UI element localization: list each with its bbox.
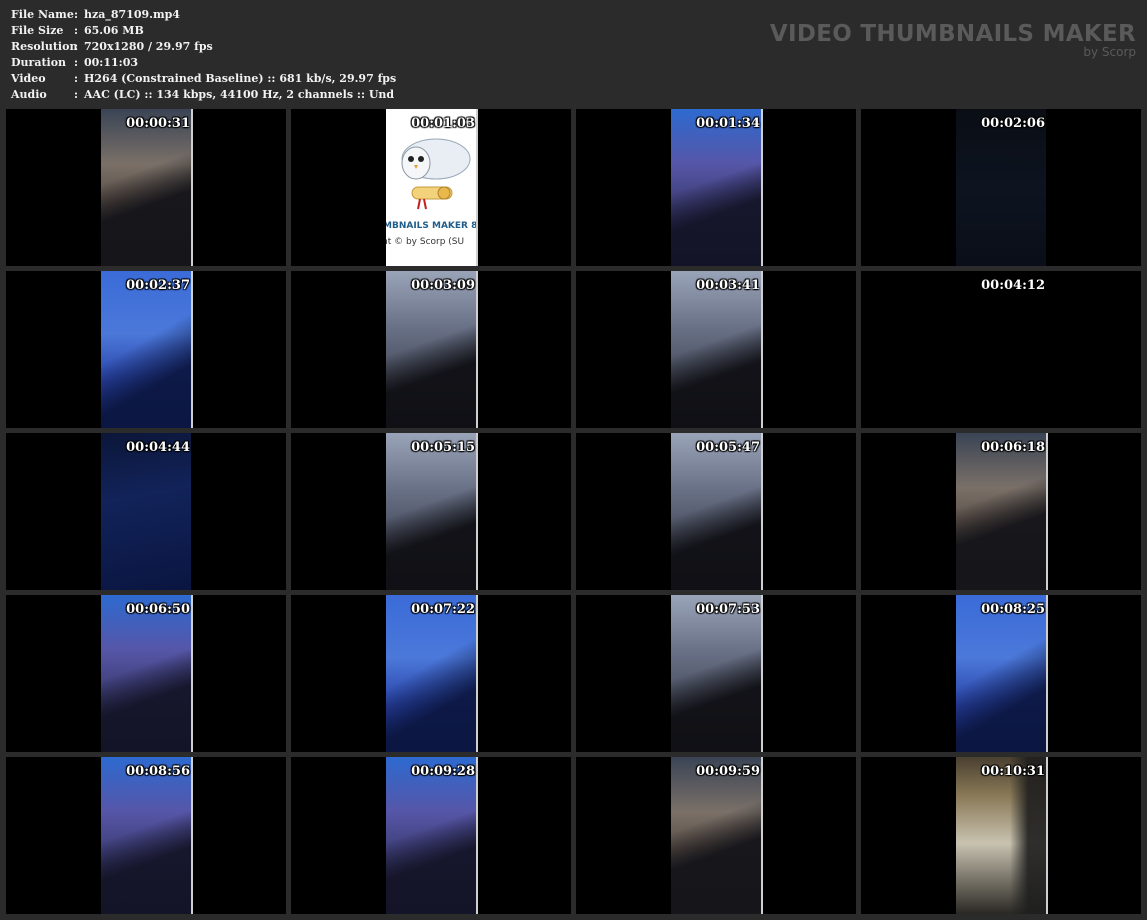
thumbnail-frame — [101, 433, 191, 590]
timestamp-label: 00:06:18 — [981, 440, 1045, 455]
thumbnail-frame — [671, 271, 761, 428]
logo-text: MBNAILS MAKER 8 — [386, 221, 476, 231]
thumbnail-frame — [671, 595, 761, 752]
timestamp-label: 00:08:56 — [126, 764, 190, 779]
thumbnail-cell[interactable]: 00:01:34 — [576, 109, 856, 266]
info-row-file-size: File Size:65.06 MB — [11, 23, 396, 39]
info-separator: : — [74, 88, 79, 101]
info-label: Audio — [11, 88, 47, 101]
file-info-panel: File Name: hza_87109.mp4 File Size:65.06 … — [11, 7, 396, 103]
timestamp-label: 00:00:31 — [126, 116, 190, 131]
thumbnail-cell[interactable]: 00:08:25 — [861, 595, 1141, 752]
thumbnail-cell[interactable]: 00:05:15 — [291, 433, 571, 590]
thumbnail-cell[interactable]: 00:04:12 — [861, 271, 1141, 428]
timestamp-label: 00:02:06 — [981, 116, 1045, 131]
timestamp-label: 00:04:12 — [981, 278, 1045, 293]
thumbnail-cell[interactable]: 00:02:06 — [861, 109, 1141, 266]
info-label: File Name — [11, 8, 74, 21]
thumbnail-grid: 00:00:31 MBNAILS MAKER 8 nt © by Scorp (SU… — [6, 109, 1142, 914]
thumbnail-cell[interactable]: 00:07:53 — [576, 595, 856, 752]
info-row-resolution: Resolution: 720x1280 / 29.97 fps — [11, 39, 396, 55]
thumbnail-frame — [101, 109, 191, 266]
info-value: hza_87109.mp4 — [84, 8, 180, 21]
thumbnail-cell[interactable]: 00:09:28 — [291, 757, 571, 914]
thumbnail-frame — [956, 433, 1046, 590]
info-separator: : — [74, 56, 79, 69]
info-label: Resolution — [11, 40, 78, 53]
timestamp-label: 00:04:44 — [126, 440, 190, 455]
thumbnail-frame — [101, 271, 191, 428]
info-separator: : — [74, 8, 79, 21]
thumbnail-cell[interactable]: 00:06:18 — [861, 433, 1141, 590]
timestamp-label: 00:06:50 — [126, 602, 190, 617]
info-row-file-name: File Name: hza_87109.mp4 — [11, 7, 396, 23]
thumbnail-cell[interactable]: 00:03:41 — [576, 271, 856, 428]
thumbnail-frame — [386, 757, 476, 914]
thumbnail-frame — [671, 433, 761, 590]
thumbnail-frame — [956, 109, 1046, 266]
thumbnail-frame — [671, 757, 761, 914]
thumbnail-frame — [956, 271, 1046, 428]
timestamp-label: 00:09:59 — [696, 764, 760, 779]
sheet-header: File Name: hza_87109.mp4 File Size:65.06 … — [0, 0, 1147, 108]
thumbnail-cell[interactable]: 00:02:37 — [6, 271, 286, 428]
thumbnail-frame — [101, 595, 191, 752]
info-value: AAC (LC) :: 134 kbps, 44100 Hz, 2 channe… — [84, 88, 395, 101]
thumbnail-cell[interactable]: 00:03:09 — [291, 271, 571, 428]
info-label: Duration — [11, 56, 67, 69]
info-label: File Size — [11, 24, 64, 37]
thumbnail-frame — [386, 433, 476, 590]
thumbnail-cell[interactable]: 00:10:31 — [861, 757, 1141, 914]
thumbnail-cell[interactable]: 00:06:50 — [6, 595, 286, 752]
thumbnail-cell[interactable]: 00:08:56 — [6, 757, 286, 914]
thumbnail-frame — [671, 109, 761, 266]
timestamp-label: 00:03:09 — [411, 278, 475, 293]
timestamp-label: 00:10:31 — [981, 764, 1045, 779]
info-value: H264 (Constrained Baseline) :: 681 kb/s,… — [84, 72, 397, 85]
info-label: Video — [11, 72, 46, 85]
thumbnail-frame: MBNAILS MAKER 8 nt © by Scorp (SU — [386, 109, 476, 266]
thumbnail-cell[interactable]: 00:09:59 — [576, 757, 856, 914]
timestamp-label: 00:07:53 — [696, 602, 760, 617]
timestamp-label: 00:09:28 — [411, 764, 475, 779]
timestamp-label: 00:07:22 — [411, 602, 475, 617]
thumbnail-cell[interactable]: 00:05:47 — [576, 433, 856, 590]
thumbnail-cell[interactable]: 00:00:31 — [6, 109, 286, 266]
info-row-audio: Audio: AAC (LC) :: 134 kbps, 44100 Hz, 2 … — [11, 87, 396, 103]
info-row-duration: Duration:00:11:03 — [11, 55, 396, 71]
thumbnail-frame — [956, 757, 1046, 914]
info-separator: : — [74, 24, 79, 37]
thumbnail-frame — [386, 595, 476, 752]
owl-logo-icon — [401, 138, 471, 210]
brand-watermark: VIDEO THUMBNAILS MAKER by Scorp — [770, 20, 1136, 58]
thumbnail-cell[interactable]: MBNAILS MAKER 8 nt © by Scorp (SU 00:01:03 — [291, 109, 571, 266]
timestamp-label: 00:08:25 — [981, 602, 1045, 617]
info-value: 65.06 MB — [84, 24, 144, 37]
timestamp-label: 00:02:37 — [126, 278, 190, 293]
thumbnail-frame — [386, 271, 476, 428]
logo-subtext: nt © by Scorp (SU — [386, 237, 465, 247]
info-row-video: Video: H264 (Constrained Baseline) :: 681… — [11, 71, 396, 87]
thumbnail-cell[interactable]: 00:07:22 — [291, 595, 571, 752]
thumbnail-frame — [956, 595, 1046, 752]
timestamp-label: 00:03:41 — [696, 278, 760, 293]
thumbnail-frame — [101, 757, 191, 914]
timestamp-label: 00:01:34 — [696, 116, 760, 131]
info-separator: : — [74, 72, 79, 85]
timestamp-label: 00:01:03 — [411, 116, 475, 131]
info-separator: : — [74, 40, 79, 53]
brand-title: VIDEO THUMBNAILS MAKER — [769, 21, 1136, 47]
timestamp-label: 00:05:47 — [696, 440, 760, 455]
info-value: 720x1280 / 29.97 fps — [84, 40, 213, 53]
thumbnail-cell[interactable]: 00:04:44 — [6, 433, 286, 590]
timestamp-label: 00:05:15 — [411, 440, 475, 455]
info-value: 00:11:03 — [84, 56, 139, 69]
